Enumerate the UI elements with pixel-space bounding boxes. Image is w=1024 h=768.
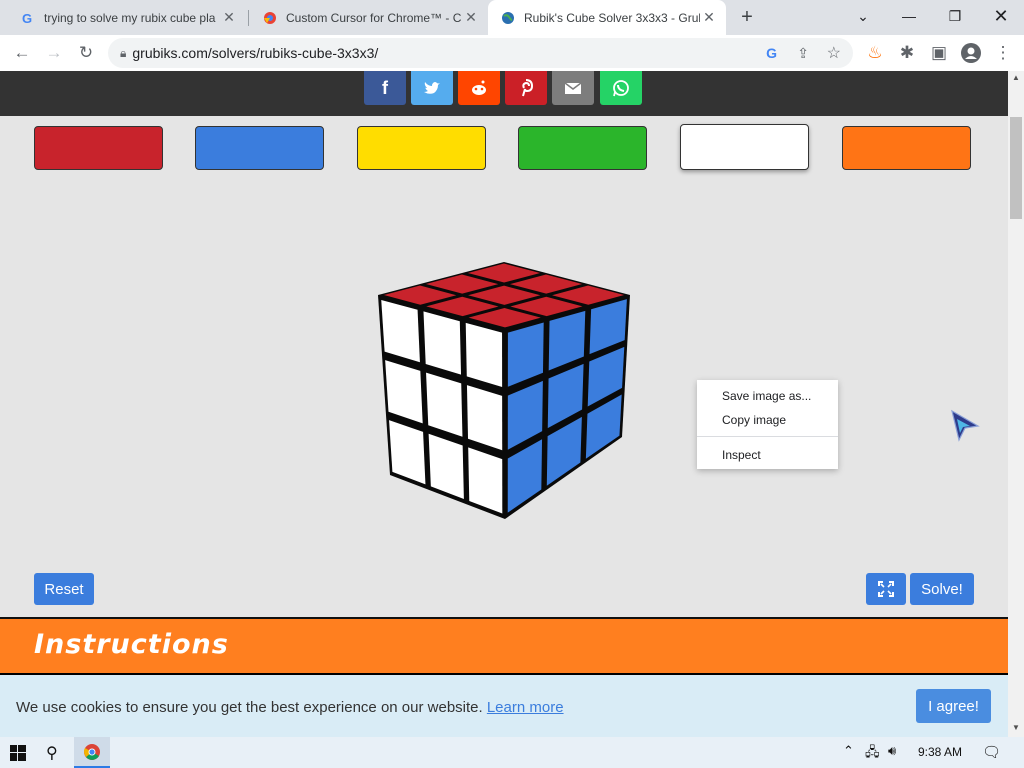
tray-chevron-up-icon[interactable]: ⌃ — [843, 743, 854, 759]
cookie-banner: We use cookies to ensure you get the bes… — [0, 673, 1008, 737]
email-icon — [564, 81, 582, 94]
whatsapp-icon — [613, 80, 629, 97]
url-text: grubiks.com/solvers/rubiks-cube-3x3x3/ — [132, 45, 379, 61]
tab-custom-cursor[interactable]: Custom Cursor for Chrome™ - Ch ✕ — [250, 0, 488, 35]
instructions-section: Instructions — [0, 617, 1008, 674]
instructions-heading: Instructions — [34, 629, 229, 660]
color-swatch-red[interactable] — [34, 126, 163, 170]
page-content: f Reset Solve! Save image as... Copy ima… — [0, 71, 1008, 737]
tab-separator — [248, 10, 249, 26]
menu-divider — [697, 436, 838, 437]
left-face-sticker[interactable] — [465, 322, 503, 388]
browser-toolbar: ← → ↻ 🔒︎ grubiks.com/solvers/rubiks-cube… — [0, 35, 1024, 72]
close-tab-icon[interactable]: ✕ — [220, 9, 238, 26]
context-menu: Save image as... Copy image Inspect — [697, 380, 838, 469]
close-window-button[interactable]: ✕ — [978, 0, 1024, 32]
color-swatch-green[interactable] — [518, 126, 647, 170]
scroll-up-arrow-icon[interactable]: ▲ — [1012, 73, 1020, 82]
google-icon: G — [20, 10, 36, 26]
forward-icon[interactable]: → — [40, 39, 68, 67]
volume-icon[interactable]: 🔊︎ — [888, 743, 896, 759]
close-tab-icon[interactable]: ✕ — [700, 9, 718, 26]
reload-icon[interactable]: ↻ — [72, 39, 100, 67]
tab-title: Rubik's Cube Solver 3x3x3 - Grub — [524, 10, 700, 25]
reddit-share-button[interactable] — [458, 71, 500, 105]
color-swatch-orange[interactable] — [842, 126, 971, 170]
tab-strip: G trying to solve my rubix cube pla ✕ Cu… — [0, 0, 1024, 35]
lock-icon[interactable]: 🔒︎ — [120, 46, 126, 61]
back-icon[interactable]: ← — [8, 39, 36, 67]
reddit-icon — [472, 80, 486, 95]
side-panel-icon[interactable]: ▣ — [925, 39, 953, 67]
tab-title: trying to solve my rubix cube pla — [44, 10, 216, 25]
scrollbar-thumb[interactable] — [1010, 117, 1022, 219]
clock-time[interactable]: 9:38 AM — [918, 745, 962, 759]
color-swatch-yellow[interactable] — [357, 126, 486, 170]
bookmark-star-icon[interactable]: ☆ — [827, 43, 841, 63]
color-swatch-blue[interactable] — [195, 126, 324, 170]
google-lens-icon[interactable]: G — [766, 45, 777, 61]
color-swatch-white[interactable] — [680, 124, 809, 170]
save-image-menu-item[interactable]: Save image as... — [722, 389, 811, 403]
cookie-agree-button[interactable]: I agree! — [916, 689, 991, 723]
pinterest-share-button[interactable] — [505, 71, 547, 105]
learn-more-link[interactable]: Learn more — [487, 699, 564, 716]
extensions-puzzle-icon[interactable]: ✱ — [893, 39, 921, 67]
chrome-webstore-icon — [262, 10, 278, 26]
network-icon[interactable]: 🖧︎ — [865, 743, 880, 765]
tab-google-search[interactable]: G trying to solve my rubix cube pla ✕ — [8, 0, 246, 35]
share-bar: f — [0, 71, 1008, 116]
close-tab-icon[interactable]: ✕ — [462, 9, 480, 26]
windows-taskbar: ⚲ ⌃ 🖧︎ 🔊︎ 9:38 AM 🗨︎ — [0, 737, 1024, 768]
tab-search-icon[interactable]: ⌄ — [840, 0, 886, 32]
share-icon[interactable]: ⇪ — [797, 45, 809, 62]
chrome-icon — [84, 743, 100, 760]
profile-avatar-icon[interactable] — [957, 39, 985, 67]
tab-title: Custom Cursor for Chrome™ - Ch — [286, 10, 462, 25]
inspect-menu-item[interactable]: Inspect — [722, 448, 761, 462]
extension-flame-icon[interactable]: ♨ — [861, 39, 889, 67]
restore-button[interactable]: ❐ — [932, 0, 978, 32]
facebook-share-button[interactable]: f — [364, 71, 406, 105]
cookie-message: We use cookies to ensure you get the bes… — [16, 699, 564, 716]
custom-cursor-icon — [951, 409, 980, 442]
tab-rubiks-solver[interactable]: Rubik's Cube Solver 3x3x3 - Grub ✕ — [488, 0, 726, 35]
reset-button[interactable]: Reset — [34, 573, 94, 605]
notifications-icon[interactable]: 🗨︎ — [982, 743, 1001, 761]
solve-button[interactable]: Solve! — [910, 573, 974, 605]
menu-kebab-icon[interactable]: ⋮ — [989, 39, 1017, 67]
address-bar[interactable]: 🔒︎ grubiks.com/solvers/rubiks-cube-3x3x3… — [108, 38, 853, 68]
globe-icon — [500, 10, 516, 26]
svg-text:G: G — [22, 11, 32, 25]
email-share-button[interactable] — [552, 71, 594, 105]
new-tab-button[interactable]: + — [732, 0, 762, 35]
scroll-down-arrow-icon[interactable]: ▼ — [1012, 723, 1020, 732]
page-scrollbar[interactable]: ▲ ▼ — [1008, 71, 1024, 737]
twitter-share-button[interactable] — [411, 71, 453, 105]
whatsapp-share-button[interactable] — [600, 71, 642, 105]
windows-start-icon[interactable] — [10, 745, 26, 766]
pinterest-icon — [522, 79, 533, 97]
fullscreen-icon — [878, 581, 894, 597]
minimize-button[interactable]: — — [886, 0, 932, 32]
fullscreen-button[interactable] — [866, 573, 906, 605]
rubiks-cube-3d[interactable] — [370, 257, 640, 522]
search-icon[interactable]: ⚲ — [46, 743, 58, 763]
copy-image-menu-item[interactable]: Copy image — [722, 413, 786, 427]
taskbar-chrome-button[interactable] — [74, 737, 110, 768]
twitter-icon — [424, 82, 440, 94]
cookie-text: We use cookies to ensure you get the bes… — [16, 699, 483, 716]
